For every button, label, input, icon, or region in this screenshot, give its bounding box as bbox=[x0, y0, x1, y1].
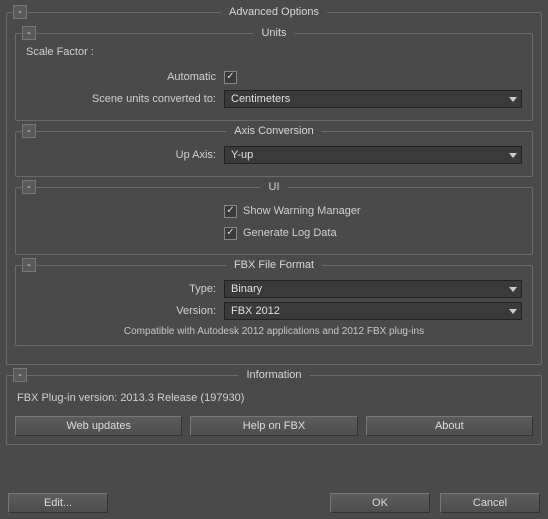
generate-log-checkbox[interactable] bbox=[224, 227, 237, 240]
scale-factor-label: Scale Factor : bbox=[24, 44, 524, 64]
fbx-collapse-button[interactable]: - bbox=[22, 258, 36, 272]
ui-title: UI bbox=[261, 181, 288, 193]
units-group: - Units Scale Factor : Automatic Scene u… bbox=[15, 33, 533, 121]
ok-button[interactable]: OK bbox=[330, 493, 430, 513]
version-label: Version: bbox=[24, 305, 224, 317]
about-button[interactable]: About bbox=[366, 416, 533, 436]
show-warning-checkbox[interactable] bbox=[224, 205, 237, 218]
up-axis-value: Y-up bbox=[231, 149, 253, 161]
automatic-checkbox[interactable] bbox=[224, 71, 237, 84]
ui-group: - UI Show Warning Manager Generate Log D… bbox=[15, 187, 533, 255]
units-collapse-button[interactable]: - bbox=[22, 26, 36, 40]
up-axis-label: Up Axis: bbox=[24, 149, 224, 161]
chevron-down-icon bbox=[509, 97, 517, 102]
up-axis-dropdown[interactable]: Y-up bbox=[224, 146, 522, 164]
automatic-label: Automatic bbox=[24, 71, 224, 83]
edit-button[interactable]: Edit... bbox=[8, 493, 108, 513]
scene-units-value: Centimeters bbox=[231, 93, 290, 105]
advanced-options-title: Advanced Options bbox=[221, 6, 327, 18]
type-value: Binary bbox=[231, 283, 262, 295]
axis-conversion-group: - Axis Conversion Up Axis: Y-up bbox=[15, 131, 533, 177]
version-value: FBX 2012 bbox=[231, 305, 280, 317]
cancel-button[interactable]: Cancel bbox=[440, 493, 540, 513]
help-on-fbx-button[interactable]: Help on FBX bbox=[190, 416, 357, 436]
axis-collapse-button[interactable]: - bbox=[22, 124, 36, 138]
axis-title: Axis Conversion bbox=[226, 125, 321, 137]
version-dropdown[interactable]: FBX 2012 bbox=[224, 302, 522, 320]
advanced-options-collapse-button[interactable]: - bbox=[13, 5, 27, 19]
chevron-down-icon bbox=[509, 287, 517, 292]
information-title: Information bbox=[238, 369, 309, 381]
generate-log-label: Generate Log Data bbox=[243, 227, 337, 239]
spacer bbox=[118, 493, 320, 513]
scene-units-label: Scene units converted to: bbox=[24, 93, 224, 105]
scene-units-dropdown[interactable]: Centimeters bbox=[224, 90, 522, 108]
compatibility-text: Compatible with Autodesk 2012 applicatio… bbox=[24, 326, 524, 337]
type-dropdown[interactable]: Binary bbox=[224, 280, 522, 298]
ui-collapse-button[interactable]: - bbox=[22, 180, 36, 194]
web-updates-button[interactable]: Web updates bbox=[15, 416, 182, 436]
advanced-options-group: - Advanced Options - Units Scale Factor … bbox=[6, 12, 542, 365]
chevron-down-icon bbox=[509, 153, 517, 158]
footer-bar: Edit... OK Cancel bbox=[0, 493, 548, 513]
show-warning-label: Show Warning Manager bbox=[243, 205, 361, 217]
fbx-title: FBX File Format bbox=[226, 259, 322, 271]
units-title: Units bbox=[253, 27, 294, 39]
information-group: - Information FBX Plug-in version: 2013.… bbox=[6, 375, 542, 445]
fbx-format-group: - FBX File Format Type: Binary Version: … bbox=[15, 265, 533, 346]
type-label: Type: bbox=[24, 283, 224, 295]
chevron-down-icon bbox=[509, 309, 517, 314]
info-collapse-button[interactable]: - bbox=[13, 368, 27, 382]
plugin-version-text: FBX Plug-in version: 2013.3 Release (197… bbox=[15, 386, 533, 406]
